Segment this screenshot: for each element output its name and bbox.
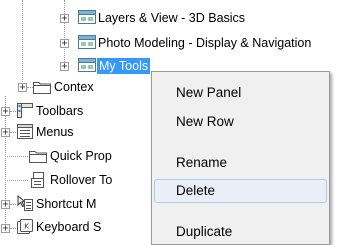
tree-item-label[interactable]: Rollover To: [50, 172, 112, 188]
tree-connector: [10, 228, 16, 229]
rollover-icon: [29, 172, 47, 191]
tree-connector: [5, 156, 28, 157]
tree-connector: [22, 0, 23, 90]
tree-connector: [10, 204, 16, 205]
expand-toggle[interactable]: +: [60, 14, 69, 24]
tree-item-label-selected[interactable]: My Tools: [97, 58, 151, 74]
menu-item-rename[interactable]: Rename: [176, 154, 227, 172]
expand-toggle[interactable]: +: [60, 39, 69, 49]
tree-connector: [5, 180, 28, 181]
svg-text:K: K: [24, 223, 29, 231]
expand-toggle[interactable]: +: [1, 107, 10, 117]
tree-item-label[interactable]: Contex: [54, 79, 94, 95]
tree-item-label[interactable]: Toolbars: [36, 103, 83, 119]
expand-toggle[interactable]: +: [1, 200, 10, 210]
panel-icon: [78, 58, 96, 75]
expand-toggle[interactable]: +: [1, 224, 10, 234]
tree-connector: [64, 0, 65, 66]
shortcut-menu-icon: [17, 194, 33, 214]
tree-connector: [10, 132, 16, 133]
panel-icon: [78, 10, 96, 27]
tree-item-label[interactable]: Shortcut M: [36, 196, 96, 212]
context-menu: New Panel New Row Rename Delete Duplicat…: [151, 71, 330, 245]
panel-icon: [78, 35, 96, 52]
tree-item-label[interactable]: Quick Prop: [50, 148, 112, 164]
menu-item-delete[interactable]: Delete: [176, 182, 215, 200]
tree-item-label[interactable]: Layers & View - 3D Basics: [98, 10, 245, 26]
tree-item-label[interactable]: Keyboard S: [36, 219, 101, 235]
expand-toggle[interactable]: +: [1, 128, 10, 138]
menu-item-new-panel[interactable]: New Panel: [176, 84, 241, 102]
tree-connector: [10, 111, 16, 112]
menu-icon: [17, 124, 33, 142]
keyboard-icon: K: [17, 219, 33, 238]
menu-item-duplicate[interactable]: Duplicate: [176, 223, 232, 241]
tree-item-label[interactable]: Photo Modeling - Display & Navigation: [98, 35, 311, 51]
tree-item-label[interactable]: Menus: [36, 124, 74, 140]
folder-icon: [33, 80, 51, 97]
menu-item-new-row[interactable]: New Row: [176, 113, 234, 131]
expand-toggle[interactable]: +: [18, 83, 27, 93]
folder-icon: [29, 149, 47, 166]
expand-toggle[interactable]: +: [60, 62, 69, 72]
toolbar-icon: [17, 103, 33, 121]
